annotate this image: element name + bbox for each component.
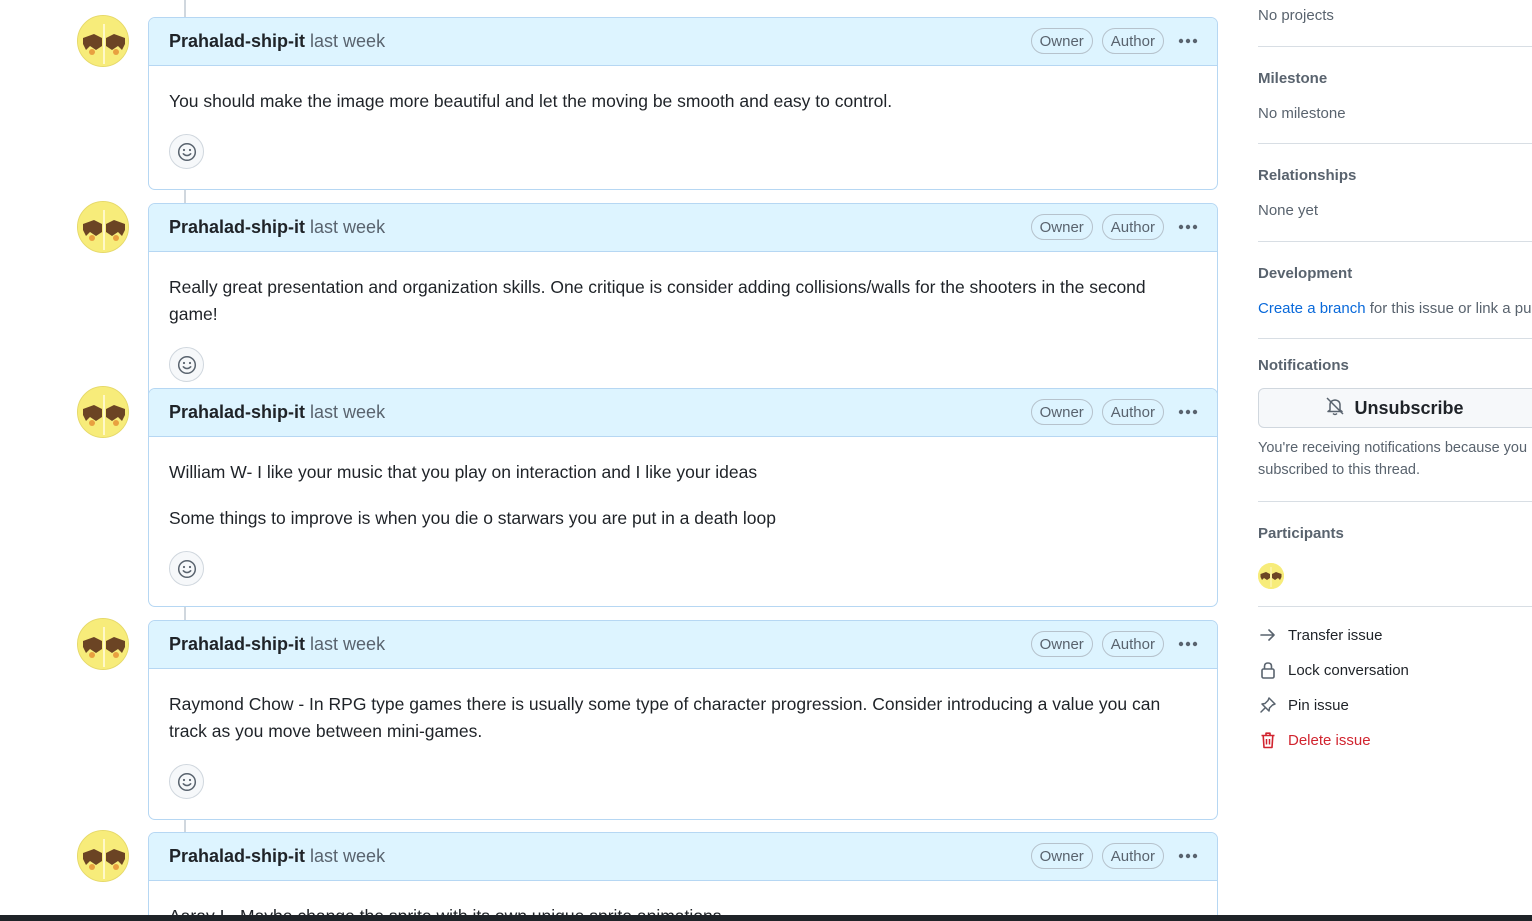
- bell-slash-icon: [1324, 395, 1346, 422]
- participant-avatar[interactable]: [1258, 563, 1284, 589]
- comment-box: Prahalad-ship-it last week Owner Author …: [148, 832, 1218, 921]
- comment-author[interactable]: Prahalad-ship-it: [169, 634, 305, 655]
- arrow-right-icon: [1258, 625, 1278, 645]
- divider: [1258, 501, 1532, 502]
- pin-issue-label: Pin issue: [1288, 696, 1349, 714]
- comment-box: Prahalad-ship-it last week Owner Author …: [148, 17, 1218, 190]
- delete-issue-label: Delete issue: [1288, 731, 1371, 749]
- author-badge: Author: [1101, 214, 1164, 240]
- comment-time[interactable]: last week: [310, 402, 385, 423]
- smiley-icon[interactable]: [169, 764, 204, 799]
- notification-reason: You're receiving notifications because y…: [1258, 440, 1528, 456]
- create-branch-link[interactable]: Create a branch: [1258, 300, 1366, 317]
- comment-text: Really great presentation and organizati…: [169, 277, 1146, 324]
- notification-reason: subscribed to this thread.: [1258, 462, 1421, 478]
- comment-header: Prahalad-ship-it last week Owner Author: [149, 389, 1217, 437]
- avatar[interactable]: [77, 618, 129, 670]
- pin-issue-button[interactable]: Pin issue: [1258, 695, 1349, 715]
- development-heading[interactable]: Development: [1258, 265, 1352, 282]
- owner-badge: Owner: [1030, 399, 1093, 425]
- avatar[interactable]: [77, 201, 129, 253]
- lock-icon: [1258, 660, 1278, 680]
- author-badge: Author: [1101, 843, 1164, 869]
- transfer-issue-label: Transfer issue: [1288, 626, 1383, 644]
- comment-author[interactable]: Prahalad-ship-it: [169, 31, 305, 52]
- comment-time[interactable]: last week: [310, 846, 385, 867]
- author-badge: Author: [1101, 399, 1164, 425]
- smiley-icon[interactable]: [169, 347, 204, 382]
- avatar[interactable]: [77, 386, 129, 438]
- comment-text: Some things to improve is when you die o…: [169, 508, 777, 528]
- comment-header: Prahalad-ship-it last week Owner Author: [149, 204, 1217, 252]
- unsubscribe-label: Unsubscribe: [1354, 397, 1464, 418]
- owner-badge: Owner: [1030, 214, 1093, 240]
- avatar[interactable]: [77, 830, 129, 882]
- smiley-icon[interactable]: [169, 134, 204, 169]
- kebab-horizontal-icon[interactable]: [1173, 399, 1203, 425]
- kebab-horizontal-icon[interactable]: [1173, 28, 1203, 54]
- author-badge: Author: [1101, 631, 1164, 657]
- avatar[interactable]: [77, 15, 129, 67]
- divider: [1258, 241, 1532, 242]
- pin-icon: [1258, 695, 1278, 715]
- relationships-value: None yet: [1258, 202, 1319, 219]
- comment-author[interactable]: Prahalad-ship-it: [169, 846, 305, 867]
- milestone-heading[interactable]: Milestone: [1258, 70, 1327, 87]
- comment-text: William W- I like your music that you pl…: [169, 462, 758, 482]
- lock-conversation-button[interactable]: Lock conversation: [1258, 660, 1409, 680]
- author-badge: Author: [1101, 28, 1164, 54]
- relationships-heading[interactable]: Relationships: [1258, 167, 1356, 184]
- comment-box: Prahalad-ship-it last week Owner Author …: [148, 203, 1218, 403]
- unsubscribe-button[interactable]: Unsubscribe: [1258, 388, 1532, 428]
- comment-header: Prahalad-ship-it last week Owner Author: [149, 833, 1217, 881]
- owner-badge: Owner: [1030, 631, 1093, 657]
- comment-header: Prahalad-ship-it last week Owner Author: [149, 621, 1217, 669]
- kebab-horizontal-icon[interactable]: [1173, 214, 1203, 240]
- comment-text: You should make the image more beautiful…: [169, 91, 893, 111]
- smiley-icon[interactable]: [169, 551, 204, 586]
- comment-author[interactable]: Prahalad-ship-it: [169, 402, 305, 423]
- transfer-issue-button[interactable]: Transfer issue: [1258, 625, 1382, 645]
- projects-value: No projects: [1258, 7, 1334, 24]
- comment-header: Prahalad-ship-it last week Owner Author: [149, 18, 1217, 66]
- delete-issue-button[interactable]: Delete issue: [1258, 730, 1371, 750]
- comment-author[interactable]: Prahalad-ship-it: [169, 217, 305, 238]
- taskbar-edge: [0, 915, 1532, 921]
- comment-time[interactable]: last week: [310, 31, 385, 52]
- comment-box: Prahalad-ship-it last week Owner Author …: [148, 620, 1218, 820]
- kebab-horizontal-icon[interactable]: [1173, 631, 1203, 657]
- comment-time[interactable]: last week: [310, 634, 385, 655]
- issue-sidebar: No projects Milestone No milestone Relat…: [1258, 0, 1532, 921]
- comment-box: Prahalad-ship-it last week Owner Author …: [148, 388, 1218, 607]
- participants-heading: Participants: [1258, 525, 1344, 542]
- notifications-heading: Notifications: [1258, 357, 1349, 374]
- lock-conversation-label: Lock conversation: [1288, 661, 1409, 679]
- comment-time[interactable]: last week: [310, 217, 385, 238]
- divider: [1258, 338, 1532, 339]
- kebab-horizontal-icon[interactable]: [1173, 843, 1203, 869]
- divider: [1258, 606, 1532, 607]
- divider: [1258, 46, 1532, 47]
- divider: [1258, 143, 1532, 144]
- owner-badge: Owner: [1030, 28, 1093, 54]
- trash-icon: [1258, 730, 1278, 750]
- owner-badge: Owner: [1030, 843, 1093, 869]
- development-text: Create a branch for this issue or link a…: [1258, 300, 1532, 317]
- comment-text: Raymond Chow - In RPG type games there i…: [169, 694, 1161, 741]
- development-rest: for this issue or link a pul: [1365, 300, 1532, 317]
- milestone-value: No milestone: [1258, 105, 1346, 122]
